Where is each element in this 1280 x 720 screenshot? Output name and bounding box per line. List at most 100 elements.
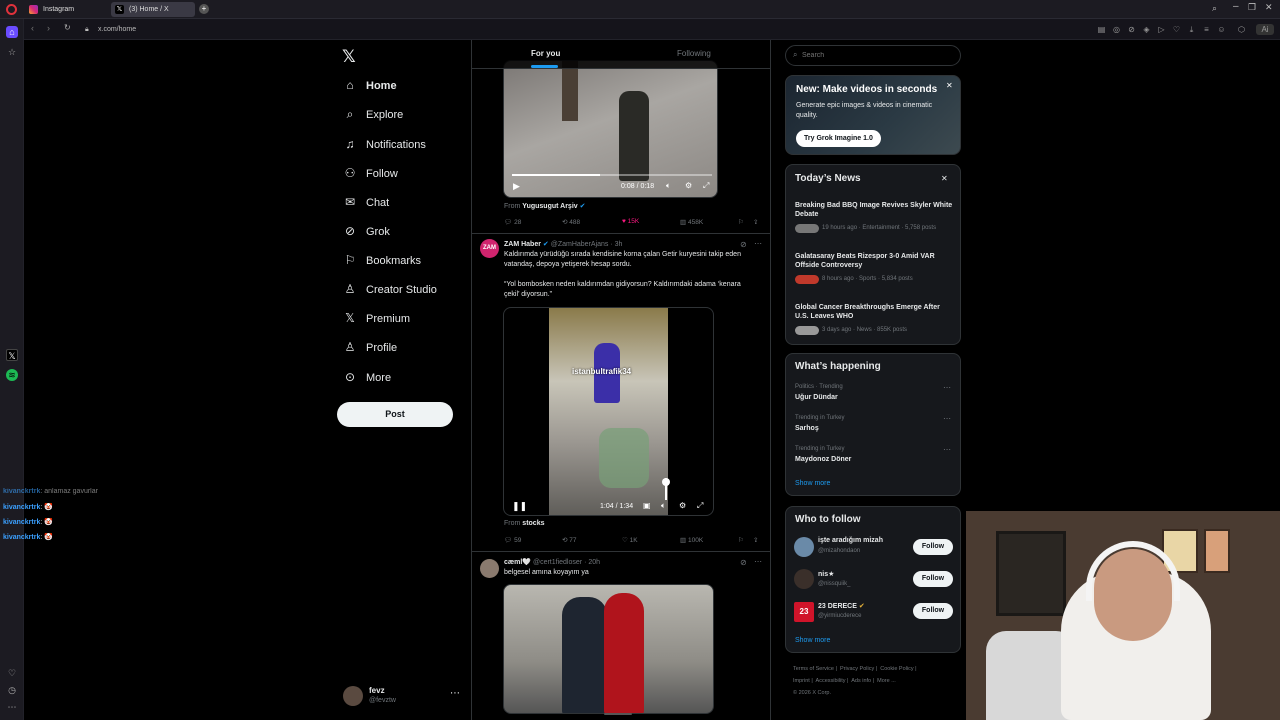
video-progress-bar[interactable]	[512, 174, 712, 176]
adblock-icon[interactable]: ⊘	[1126, 24, 1137, 35]
tab-instagram[interactable]: Instagram	[25, 2, 109, 17]
avatar[interactable]: 23	[794, 602, 814, 622]
post-video[interactable]: ▶ 0:08 / 0:18 🔈︎ ⚙ ⤢	[503, 60, 718, 198]
download-icon[interactable]: ⤓	[1186, 24, 1197, 35]
trend-topic[interactable]: Sarhoş	[795, 425, 819, 432]
camera-icon[interactable]: ◎	[1111, 24, 1122, 35]
author-name[interactable]: ZAM Haber	[504, 241, 541, 248]
nav-more[interactable]: ⊙ More	[342, 367, 391, 387]
play-icon[interactable]: ▶	[513, 181, 520, 192]
x-logo-icon[interactable]: 𝕏	[342, 47, 356, 67]
post-more-icon[interactable]: ⋯	[754, 239, 762, 248]
repost-button[interactable]: ⟲ 488	[562, 218, 580, 226]
show-more-link[interactable]: Show more	[795, 637, 830, 644]
follow-button[interactable]: Follow	[913, 539, 953, 555]
forward-icon[interactable]: ›	[47, 23, 50, 33]
more-icon[interactable]: ⋯	[6, 701, 18, 713]
author-handle[interactable]: @cert1fiedloser	[533, 559, 582, 566]
account-switcher[interactable]: fevz @fevztw ⋯	[340, 684, 464, 710]
account-icon[interactable]: ☺	[1216, 24, 1227, 35]
close-icon[interactable]: ✕	[946, 81, 953, 90]
try-grok-button[interactable]: Try Grok Imagine 1.0	[796, 130, 881, 147]
search-input[interactable]	[802, 49, 952, 62]
pause-icon[interactable]: ❚❚	[512, 501, 527, 512]
search-box[interactable]: ⌕	[785, 45, 961, 66]
tab-x-home[interactable]: 𝕏 (3) Home / X	[111, 2, 195, 17]
nav-grok[interactable]: ⊘ Grok	[342, 221, 390, 241]
reply-button[interactable]: 💬︎ 28	[504, 218, 521, 226]
trend-topic[interactable]: Maydonoz Döner	[795, 456, 851, 463]
footer-link[interactable]: Imprint	[793, 678, 810, 684]
settings-icon[interactable]: ⚙	[679, 501, 686, 510]
nav-bookmarks[interactable]: ⚐ Bookmarks	[342, 250, 421, 270]
trend-more-icon[interactable]: ⋯	[943, 445, 951, 454]
trend-more-icon[interactable]: ⋯	[943, 414, 951, 423]
post-more-icon[interactable]: ⋯	[754, 557, 762, 566]
share-icon[interactable]: ⇪	[753, 536, 758, 544]
close-window-icon[interactable]: ✕	[1265, 2, 1273, 13]
trend-topic[interactable]: Uğur Dündar	[795, 394, 838, 401]
follow-button[interactable]: Follow	[913, 571, 953, 587]
footer-link[interactable]: Ads info	[851, 678, 871, 684]
avatar[interactable]	[794, 537, 814, 557]
grok-small-icon[interactable]: ⊘	[740, 240, 747, 249]
footer-link[interactable]: Terms of Service	[793, 666, 834, 672]
home-sidebar-icon[interactable]: ⌂	[6, 26, 18, 38]
volume-icon[interactable]: 🔈︎	[666, 181, 671, 191]
maximize-icon[interactable]: ❐	[1248, 2, 1256, 13]
new-tab-icon[interactable]: +	[199, 4, 209, 14]
from-name[interactable]: stocks	[522, 520, 544, 527]
post-video[interactable]	[503, 584, 714, 714]
nav-home[interactable]: ⌂ Home	[342, 75, 396, 95]
nav-chat[interactable]: ✉ Chat	[342, 192, 389, 212]
history-icon[interactable]: ◷	[6, 684, 18, 696]
like-button[interactable]: ♡ 1K	[622, 536, 638, 544]
author-name[interactable]: cæml🤍	[504, 559, 531, 566]
tab-for-you[interactable]: For you	[531, 49, 560, 58]
vpn-icon[interactable]: ◈	[1141, 24, 1152, 35]
follow-suggestion-name[interactable]: işte aradığım mizah	[818, 537, 883, 544]
heart-outline-icon[interactable]: ♡	[1171, 24, 1182, 35]
minimize-icon[interactable]: –	[1233, 1, 1239, 12]
volume-slider-knob[interactable]	[662, 478, 670, 486]
search-tabs-icon[interactable]: ⌕	[1212, 3, 1217, 14]
grok-small-icon[interactable]: ⊘	[740, 558, 747, 567]
close-icon[interactable]: ✕	[941, 174, 948, 183]
heart-icon[interactable]: ♡	[6, 667, 18, 679]
like-button[interactable]: ♥ 15K	[622, 218, 639, 225]
more-dots-icon[interactable]: ⋯	[450, 688, 460, 699]
repost-button[interactable]: ⟲ 77	[562, 536, 577, 544]
nav-creator-studio[interactable]: ♙ Creator Studio	[342, 279, 437, 299]
back-icon[interactable]: ‹	[31, 23, 34, 33]
avatar[interactable]	[794, 569, 814, 589]
follow-button[interactable]: Follow	[913, 603, 953, 619]
footer-link[interactable]: More ...	[877, 678, 896, 684]
reply-button[interactable]: 💬︎ 59	[504, 536, 521, 544]
settings-icon[interactable]: ⚙	[685, 181, 692, 190]
news-item-title[interactable]: Breaking Bad BBQ Image Revives Skyler Wh…	[795, 201, 955, 219]
captions-icon[interactable]: ▣	[643, 501, 651, 510]
tab-following[interactable]: Following	[677, 49, 711, 58]
avatar[interactable]	[480, 559, 499, 578]
bookmark-icon[interactable]: ⚐	[738, 536, 744, 544]
post-button[interactable]: Post	[337, 402, 453, 427]
page-icon[interactable]: ▤	[1096, 24, 1107, 35]
show-more-link[interactable]: Show more	[795, 480, 830, 487]
follow-suggestion-name[interactable]: nis★	[818, 570, 834, 578]
extension-icon[interactable]: ⬡	[1236, 24, 1247, 35]
follow-suggestion-name[interactable]: 23 DERECE ✔	[818, 602, 865, 610]
views-button[interactable]: ▥ 100K	[680, 536, 703, 544]
ai-icon[interactable]: Ai	[1256, 24, 1274, 35]
footer-link[interactable]: Accessibility	[816, 678, 846, 684]
avatar[interactable]: ZAM	[480, 239, 499, 258]
author-handle[interactable]: @ZamHaberAjans	[551, 241, 609, 248]
reload-icon[interactable]: ↻	[64, 23, 71, 32]
post-video[interactable]: istanbultrafik34 ❚❚ 1:04 / 1:34 ▣ 🔈︎ ⚙ ⤢	[503, 307, 714, 516]
trend-more-icon[interactable]: ⋯	[943, 383, 951, 392]
nav-explore[interactable]: ⌕ Explore	[342, 104, 404, 124]
x-sidebar-icon[interactable]: 𝕏	[6, 349, 18, 361]
fullscreen-icon[interactable]: ⤢	[703, 181, 709, 191]
menu-icon[interactable]: ≡	[1201, 24, 1212, 35]
nav-premium[interactable]: 𝕏 Premium	[342, 308, 410, 328]
footer-link[interactable]: Privacy Policy	[840, 666, 874, 672]
